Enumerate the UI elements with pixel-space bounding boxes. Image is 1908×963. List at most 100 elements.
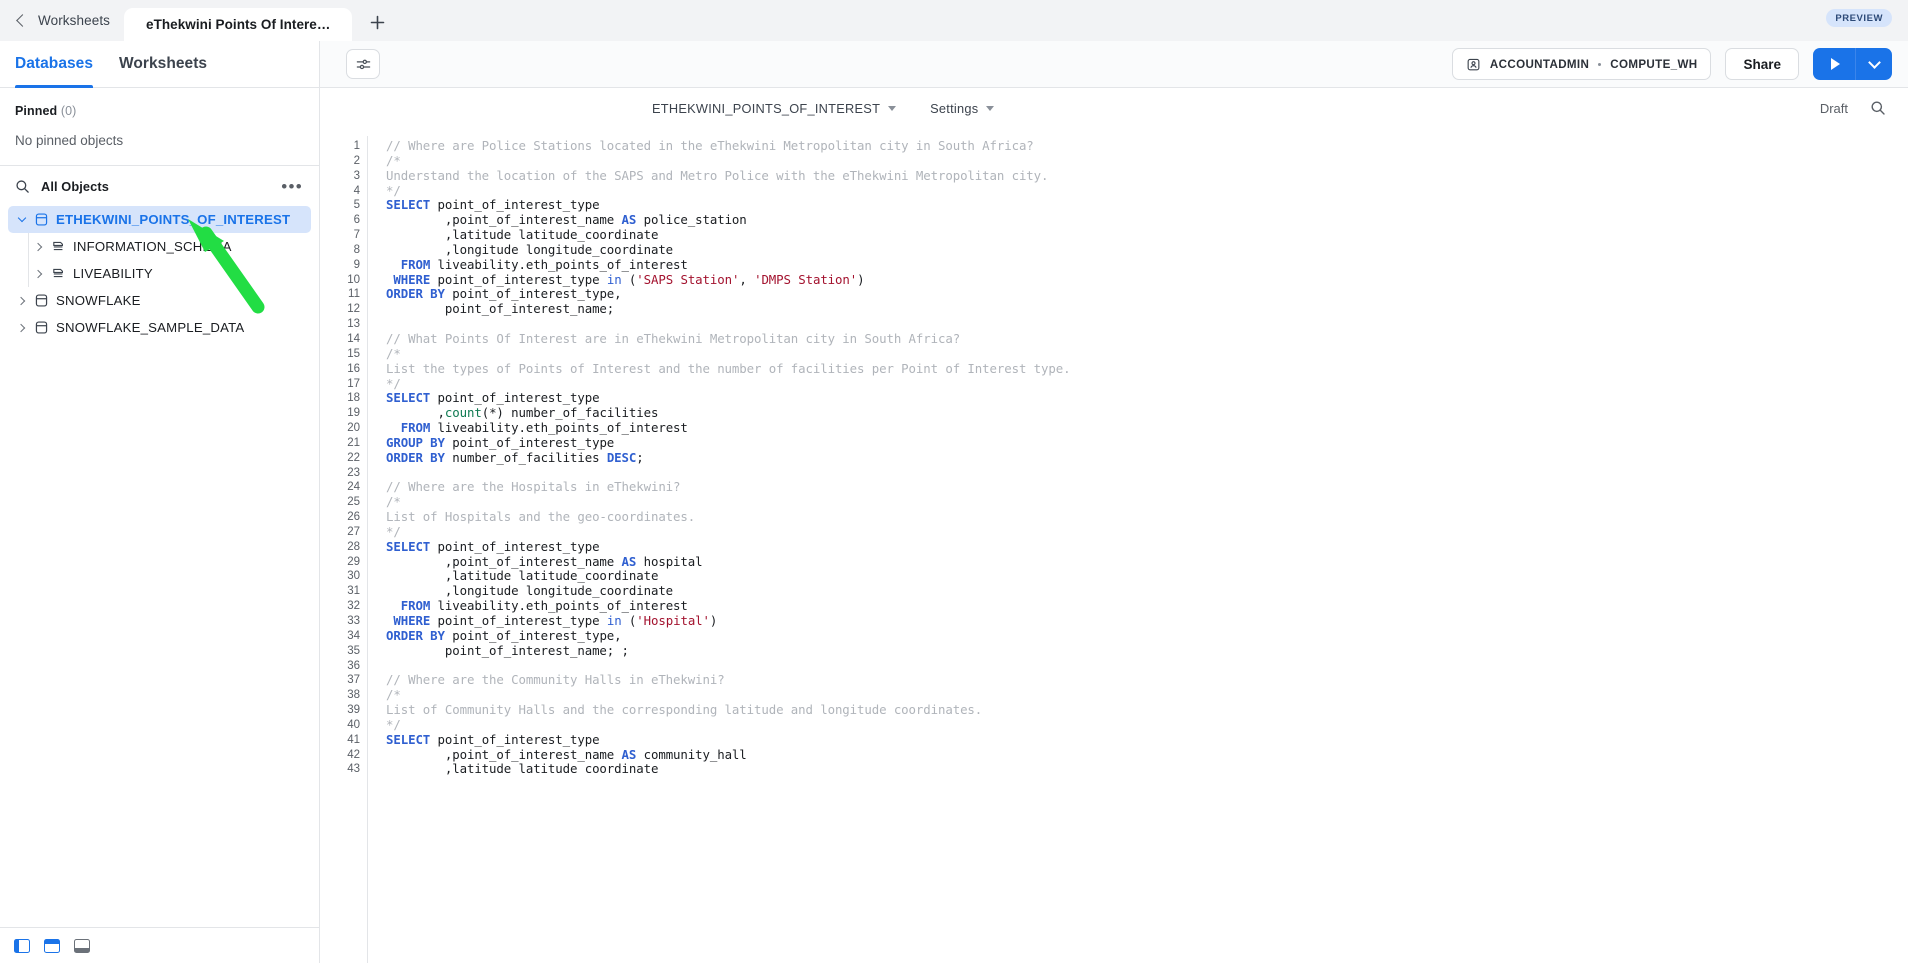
back-label: Worksheets [38, 13, 111, 28]
sidebar-item-information-schema[interactable]: INFORMATION_SCHEMA [8, 233, 311, 260]
new-tab-button[interactable] [360, 5, 394, 39]
code-line[interactable]: SELECT point_of_interest_type [386, 390, 1908, 406]
code-line[interactable]: Understand the location of the SAPS and … [386, 168, 1908, 184]
code-token: ,latitude latitude_coordinate [386, 227, 659, 243]
ellipsis-icon[interactable]: ••• [279, 178, 305, 195]
code-token: GROUP BY [386, 434, 445, 450]
line-number: 9 [353, 258, 360, 271]
code-line[interactable]: /* [386, 494, 1908, 510]
pinned-count: (0) [60, 104, 77, 118]
search-icon[interactable] [15, 179, 30, 194]
search-icon[interactable] [1870, 100, 1886, 116]
code-line[interactable]: List of Hospitals and the geo-coordinate… [386, 509, 1908, 525]
code-token: // Where are the Hospitals in eThekwini? [386, 479, 681, 495]
code-line[interactable]: WHERE point_of_interest_type in ('Hospit… [386, 613, 1908, 629]
code-line[interactable]: SELECT point_of_interest_type [386, 197, 1908, 213]
chevron-right-icon[interactable] [16, 322, 27, 333]
chevron-right-icon[interactable] [33, 268, 44, 279]
line-number: 3 [353, 169, 360, 182]
code-line[interactable]: // What Points Of Interest are in eThekw… [386, 331, 1908, 347]
back-to-worksheets-button[interactable]: Worksheets [0, 0, 124, 41]
code-token: ( [621, 613, 637, 628]
code-line[interactable] [386, 659, 1908, 674]
code-token: SELECT [386, 538, 431, 554]
code-line[interactable]: */ [386, 376, 1908, 392]
code-token: point_of_interest_type [430, 731, 600, 747]
code-line[interactable]: ,latitude latitude coordinate [386, 762, 1908, 777]
code-line[interactable]: ,longitude longitude_coordinate [386, 242, 1908, 258]
line-number: 2 [353, 154, 360, 167]
code-line[interactable]: // Where are the Hospitals in eThekwini? [386, 479, 1908, 495]
line-number: 17 [347, 377, 360, 390]
sidebar-item-snowflake[interactable]: SNOWFLAKE [8, 287, 311, 314]
sidebar-item-liveability[interactable]: LIVEABILITY [8, 260, 311, 287]
chevron-right-icon[interactable] [33, 241, 44, 252]
worksheet-tab[interactable]: eThekwini Points Of Intere… [124, 8, 353, 41]
code-line[interactable]: GROUP BY point_of_interest_type [386, 434, 1908, 451]
code-line[interactable]: point_of_interest_name; ; [386, 643, 1908, 659]
sidebar-tab-worksheets[interactable]: Worksheets [119, 41, 207, 88]
line-number: 10 [347, 273, 360, 286]
chevron-right-icon[interactable] [16, 295, 27, 306]
run-options-button[interactable] [1856, 48, 1892, 80]
filter-settings-button[interactable] [346, 49, 380, 79]
code-line[interactable]: ,count(*) number_of_facilities [386, 405, 1908, 421]
code-line[interactable]: SELECT point_of_interest_type [386, 538, 1908, 555]
code-line[interactable]: SELECT point_of_interest_type [386, 731, 1908, 748]
panel-left-icon[interactable] [14, 938, 30, 953]
code-line[interactable]: FROM liveability.eth_points_of_interest [386, 420, 1908, 436]
panel-bottom-icon[interactable] [74, 938, 90, 953]
worksheet-context-selector[interactable]: ETHEKWINI_POINTS_OF_INTEREST [652, 101, 897, 116]
code-line[interactable]: FROM liveability.eth_points_of_interest [386, 598, 1908, 614]
panel-top-icon[interactable] [44, 938, 60, 953]
code-line[interactable]: ORDER BY number_of_facilities DESC; [386, 449, 1908, 466]
code-token: liveability.eth_points_of_interest [430, 420, 688, 436]
role-label: ACCOUNTADMIN [1489, 57, 1590, 71]
code-line[interactable]: WHERE point_of_interest_type in ('SAPS S… [386, 272, 1908, 288]
code-line[interactable]: ORDER BY point_of_interest_type, [386, 628, 1908, 644]
code-line[interactable]: List of Community Halls and the correspo… [386, 702, 1908, 718]
object-tree: ETHEKWINI_POINTS_OF_INTEREST INFORMATION… [0, 206, 319, 927]
line-number: 13 [347, 318, 360, 331]
code-line[interactable]: ,latitude latitude_coordinate [386, 227, 1908, 243]
code-token: WHERE [393, 613, 431, 628]
code-line[interactable]: ,longitude longitude_coordinate [386, 583, 1908, 599]
sidebar-item-ethekwini-points-of-interest[interactable]: ETHEKWINI_POINTS_OF_INTEREST [8, 206, 311, 233]
code-line[interactable] [386, 466, 1908, 481]
sidebar-item-snowflake-sample-data[interactable]: SNOWFLAKE_SAMPLE_DATA [8, 314, 311, 341]
user-badge-icon [1466, 57, 1481, 72]
line-number: 29 [347, 555, 360, 568]
chevron-left-icon [16, 14, 29, 27]
code-line[interactable]: /* [386, 346, 1908, 362]
code-line[interactable]: ORDER BY point_of_interest_type, [386, 287, 1908, 302]
code-token: liveability.eth_points_of_interest [430, 256, 688, 272]
line-number-gutter: 1 2 3 4 5 6 7 8 9 10 11 12 13 14 15 16 17 18 19 20 21 22 23 24 2… [320, 128, 367, 963]
code-line[interactable] [386, 317, 1908, 332]
code-line[interactable]: */ [386, 524, 1908, 540]
code-line[interactable]: ,point_of_interest_name AS hospital [386, 554, 1908, 570]
code-token: DESC [606, 449, 637, 465]
code-line[interactable]: ,point_of_interest_name AS community_hal… [386, 746, 1908, 763]
code-line[interactable]: ,latitude latitude_coordinate [386, 569, 1908, 584]
all-objects-row[interactable]: All Objects ••• [0, 166, 319, 206]
sql-editor[interactable]: 1 2 3 4 5 6 7 8 9 10 11 12 13 14 15 16 17 18 19 20 21 22 23 24 2… [320, 128, 1908, 963]
chevron-down-icon[interactable] [16, 213, 27, 225]
sidebar-tab-databases[interactable]: Databases [15, 41, 93, 88]
role-warehouse-chip[interactable]: ACCOUNTADMIN COMPUTE_WH [1451, 48, 1712, 80]
share-button[interactable]: Share [1725, 48, 1799, 80]
run-button[interactable] [1813, 48, 1856, 80]
code-line[interactable]: // Where are Police Stations located in … [386, 138, 1908, 154]
code-line[interactable]: /* [386, 687, 1908, 703]
code-line[interactable]: */ [386, 717, 1908, 733]
code-token: SELECT [386, 731, 431, 747]
code-line[interactable]: // Where are the Community Halls in eThe… [386, 672, 1908, 688]
code-line[interactable]: point_of_interest_name; [386, 301, 1908, 317]
code-line[interactable]: */ [386, 183, 1908, 199]
code-line[interactable]: ,point_of_interest_name AS police_statio… [386, 212, 1908, 228]
sql-code-area[interactable]: // Where are Police Stations located in … [368, 128, 1908, 963]
worksheet-settings-menu[interactable]: Settings [930, 101, 995, 116]
code-line[interactable]: FROM liveability.eth_points_of_interest [386, 256, 1908, 273]
code-token: AS [621, 746, 637, 762]
code-line[interactable]: List the types of Points of Interest and… [386, 361, 1908, 377]
code-line[interactable]: /* [386, 153, 1908, 169]
